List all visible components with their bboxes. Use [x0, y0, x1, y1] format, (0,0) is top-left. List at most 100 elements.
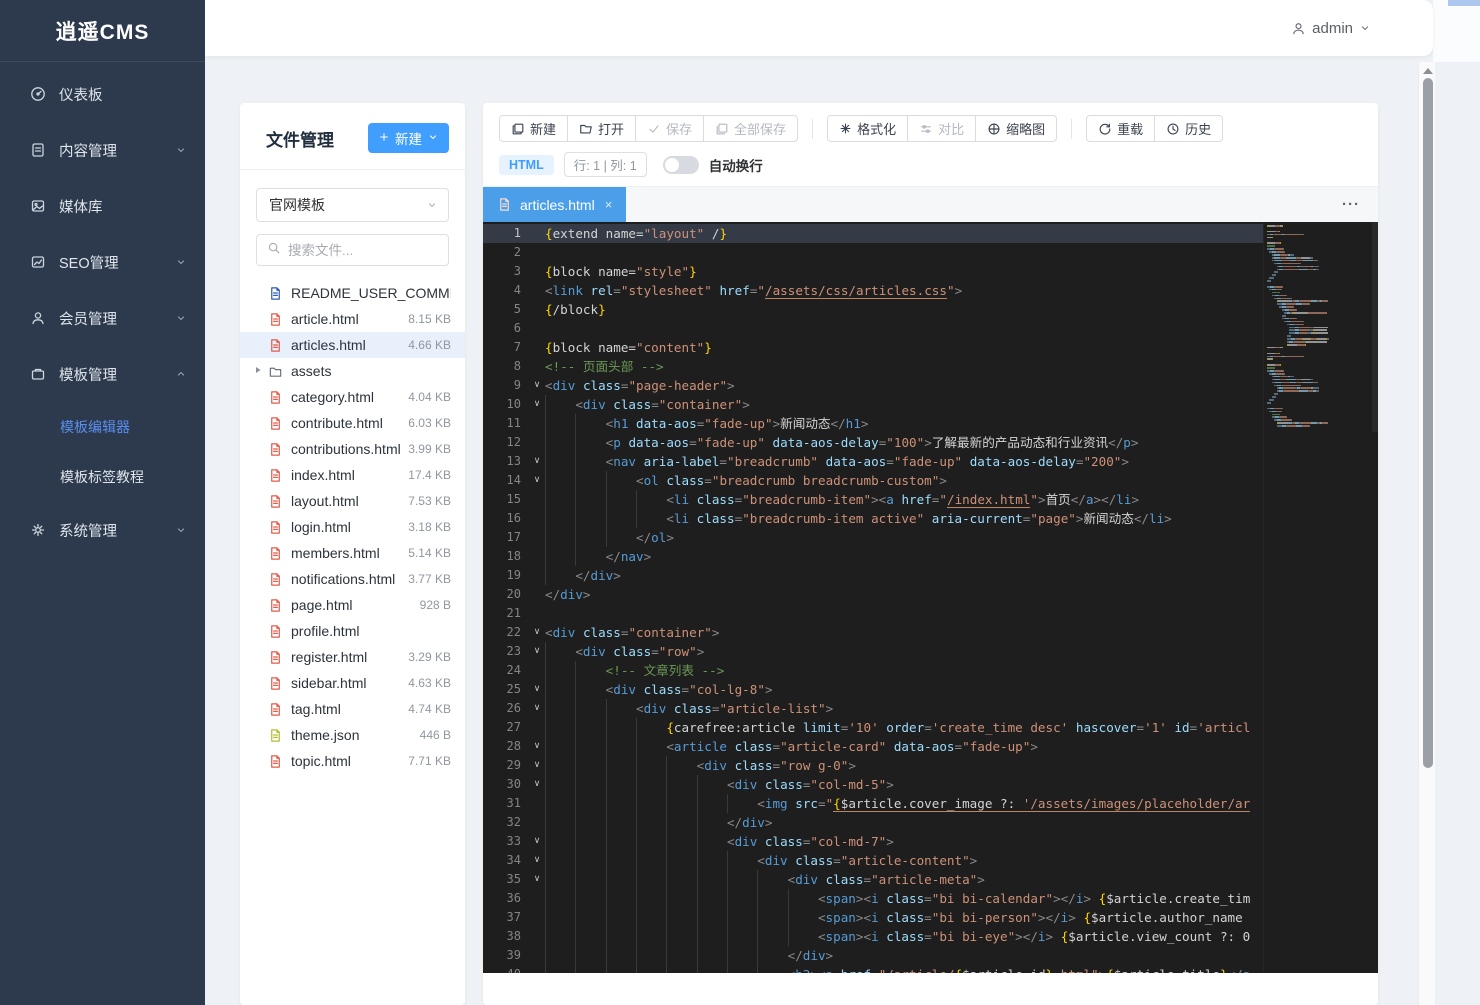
code-line[interactable]: 24 <!-- 文章列表 --> — [483, 661, 1263, 680]
file-row[interactable]: category.html 4.04 KB — [240, 384, 465, 410]
file-row[interactable]: contributions.html 3.99 KB — [240, 436, 465, 462]
open-button[interactable]: 打开 — [567, 115, 637, 142]
code-line[interactable]: 1 {extend name="layout" /} — [483, 224, 1263, 243]
sidebar-subitem-template-editor[interactable]: 模板编辑器 — [0, 402, 205, 452]
tab-close-icon[interactable]: × — [603, 197, 615, 212]
fold-arrow-icon[interactable]: ∨ — [529, 680, 545, 699]
fold-arrow-icon[interactable]: ∨ — [529, 642, 545, 661]
sidebar-item-content[interactable]: 内容管理 — [0, 122, 205, 178]
tab-articles-html[interactable]: articles.html × — [483, 186, 627, 223]
code-line[interactable]: 20 </div> — [483, 585, 1263, 604]
code-line[interactable]: 29 ∨ <div class="row g-0"> — [483, 756, 1263, 775]
fold-arrow-icon[interactable]: ∨ — [529, 775, 545, 794]
history-button[interactable]: 历史 — [1154, 115, 1224, 142]
code-line[interactable]: 33 ∨ <div class="col-md-7"> — [483, 832, 1263, 851]
code-line[interactable]: 23 ∨ <div class="row"> — [483, 642, 1263, 661]
code-line[interactable]: 28 ∨ <article class="article-card" data-a… — [483, 737, 1263, 756]
fold-arrow-icon[interactable]: ∨ — [529, 623, 545, 642]
word-wrap-toggle[interactable] — [662, 155, 699, 174]
scrollbar-up-arrow[interactable] — [1423, 68, 1433, 74]
new-button[interactable]: 新建 — [499, 115, 569, 142]
sidebar-item-members[interactable]: 会员管理 — [0, 290, 205, 346]
fold-arrow-icon[interactable]: ∨ — [529, 452, 545, 471]
code-line[interactable]: 37 <span><i class="bi bi-person"></i> {$… — [483, 908, 1263, 927]
code-line[interactable]: 15 <li class="breadcrumb-item"><a href="… — [483, 490, 1263, 509]
sidebar-item-dashboard[interactable]: 仪表板 — [0, 66, 205, 122]
code-line[interactable]: 10 ∨ <div class="container"> — [483, 395, 1263, 414]
code-line[interactable]: 13 ∨ <nav aria-label="breadcrumb" data-ao… — [483, 452, 1263, 471]
file-row[interactable]: topic.html 7.71 KB — [240, 748, 465, 774]
code-line[interactable]: 14 ∨ <ol class="breadcrumb breadcrumb-cus… — [483, 471, 1263, 490]
fold-arrow-icon[interactable]: ∨ — [529, 395, 545, 414]
sidebar-item-system[interactable]: 系统管理 — [0, 502, 205, 558]
minimap-slider[interactable] — [1372, 222, 1378, 432]
save-all-button[interactable]: 全部保存 — [703, 115, 799, 142]
code-editor[interactable]: 1 {extend name="layout" /} 2 3 {block name="… — [483, 222, 1378, 973]
fold-arrow-icon[interactable]: ∨ — [529, 832, 545, 851]
code-line[interactable]: 4 <link rel="stylesheet" href="/assets/cs… — [483, 281, 1263, 300]
code-line[interactable]: 36 <span><i class="bi bi-calendar"></i> … — [483, 889, 1263, 908]
code-line[interactable]: 30 ∨ <div class="col-md-5"> — [483, 775, 1263, 794]
code-line[interactable]: 12 <p data-aos="fade-up" data-aos-delay=… — [483, 433, 1263, 452]
fold-arrow-icon[interactable]: ∨ — [529, 376, 545, 395]
tab-overflow-button[interactable]: ··· — [1342, 196, 1360, 213]
sidebar-item-media[interactable]: 媒体库 — [0, 178, 205, 234]
file-row[interactable]: sidebar.html 4.63 KB — [240, 670, 465, 696]
fold-arrow-icon[interactable]: ∨ — [529, 756, 545, 775]
file-row[interactable]: article.html 8.15 KB — [240, 306, 465, 332]
code-line[interactable]: 39 </div> — [483, 946, 1263, 965]
code-line[interactable]: 2 — [483, 243, 1263, 262]
file-row[interactable]: contribute.html 6.03 KB — [240, 410, 465, 436]
file-row[interactable]: page.html 928 B — [240, 592, 465, 618]
sidebar-item-templates[interactable]: 模板管理 — [0, 346, 205, 402]
fold-arrow-icon[interactable]: ∨ — [529, 851, 545, 870]
code-line[interactable]: 21 — [483, 604, 1263, 623]
folder-row[interactable]: assets — [240, 358, 465, 384]
fold-arrow-icon[interactable]: ∨ — [529, 870, 545, 889]
sidebar-subitem-template-tag-tutorial[interactable]: 模板标签教程 — [0, 452, 205, 502]
code-line[interactable]: 8 <!-- 页面头部 --> — [483, 357, 1263, 376]
new-file-button[interactable]: 新建 — [368, 123, 449, 153]
code-line[interactable]: 3 {block name="style"} — [483, 262, 1263, 281]
sidebar-item-seo[interactable]: SEO管理 — [0, 234, 205, 290]
code-line[interactable]: 31 <img src="{$article.cover_image ?: '/… — [483, 794, 1263, 813]
page-scrollbar[interactable] — [1418, 62, 1435, 1005]
scrollbar-thumb[interactable] — [1422, 78, 1433, 768]
code-line[interactable]: 27 {carefree:article limit='10' order='c… — [483, 718, 1263, 737]
save-button[interactable]: 保存 — [635, 115, 705, 142]
file-row[interactable]: register.html 3.29 KB — [240, 644, 465, 670]
thumbnail-button[interactable]: 缩略图 — [975, 115, 1058, 142]
code-line[interactable]: 38 <span><i class="bi bi-eye"></i> {$art… — [483, 927, 1263, 946]
code-line[interactable]: 25 ∨ <div class="col-lg-8"> — [483, 680, 1263, 699]
code-line[interactable]: 34 ∨ <div class="article-content"> — [483, 851, 1263, 870]
code-line[interactable]: 16 <li class="breadcrumb-item active" ar… — [483, 509, 1263, 528]
template-select[interactable]: 官网模板 — [256, 188, 449, 222]
file-row[interactable]: profile.html — [240, 618, 465, 644]
code-area[interactable]: 1 {extend name="layout" /} 2 3 {block name="… — [483, 222, 1263, 973]
code-line[interactable]: 17 </ol> — [483, 528, 1263, 547]
minimap[interactable] — [1263, 222, 1378, 973]
code-line[interactable]: 22 ∨ <div class="container"> — [483, 623, 1263, 642]
format-button[interactable]: 格式化 — [827, 115, 909, 142]
code-line[interactable]: 19 </div> — [483, 566, 1263, 585]
code-line[interactable]: 6 — [483, 319, 1263, 338]
file-row[interactable]: README_USER_COMMENT — [240, 280, 465, 306]
code-line[interactable]: 11 <h1 data-aos="fade-up">新闻动态</h1> — [483, 414, 1263, 433]
file-row[interactable]: theme.json 446 B — [240, 722, 465, 748]
file-row[interactable]: login.html 3.18 KB — [240, 514, 465, 540]
file-row[interactable]: articles.html 4.66 KB — [240, 332, 465, 358]
fold-arrow-icon[interactable]: ∨ — [529, 471, 545, 490]
file-row[interactable]: members.html 5.14 KB — [240, 540, 465, 566]
code-line[interactable]: 40 <h3><a href="/article/{$article.id}.h… — [483, 965, 1263, 973]
file-row[interactable]: layout.html 7.53 KB — [240, 488, 465, 514]
user-menu[interactable]: admin — [1291, 0, 1371, 56]
code-line[interactable]: 9 ∨ <div class="page-header"> — [483, 376, 1263, 395]
fold-arrow-icon[interactable]: ∨ — [529, 737, 545, 756]
file-row[interactable]: notifications.html 3.77 KB — [240, 566, 465, 592]
code-line[interactable]: 18 </nav> — [483, 547, 1263, 566]
code-line[interactable]: 32 </div> — [483, 813, 1263, 832]
expand-arrow-icon[interactable] — [254, 366, 266, 377]
code-line[interactable]: 26 ∨ <div class="article-list"> — [483, 699, 1263, 718]
compare-button[interactable]: 对比 — [907, 115, 977, 142]
file-search-input[interactable] — [288, 242, 428, 258]
